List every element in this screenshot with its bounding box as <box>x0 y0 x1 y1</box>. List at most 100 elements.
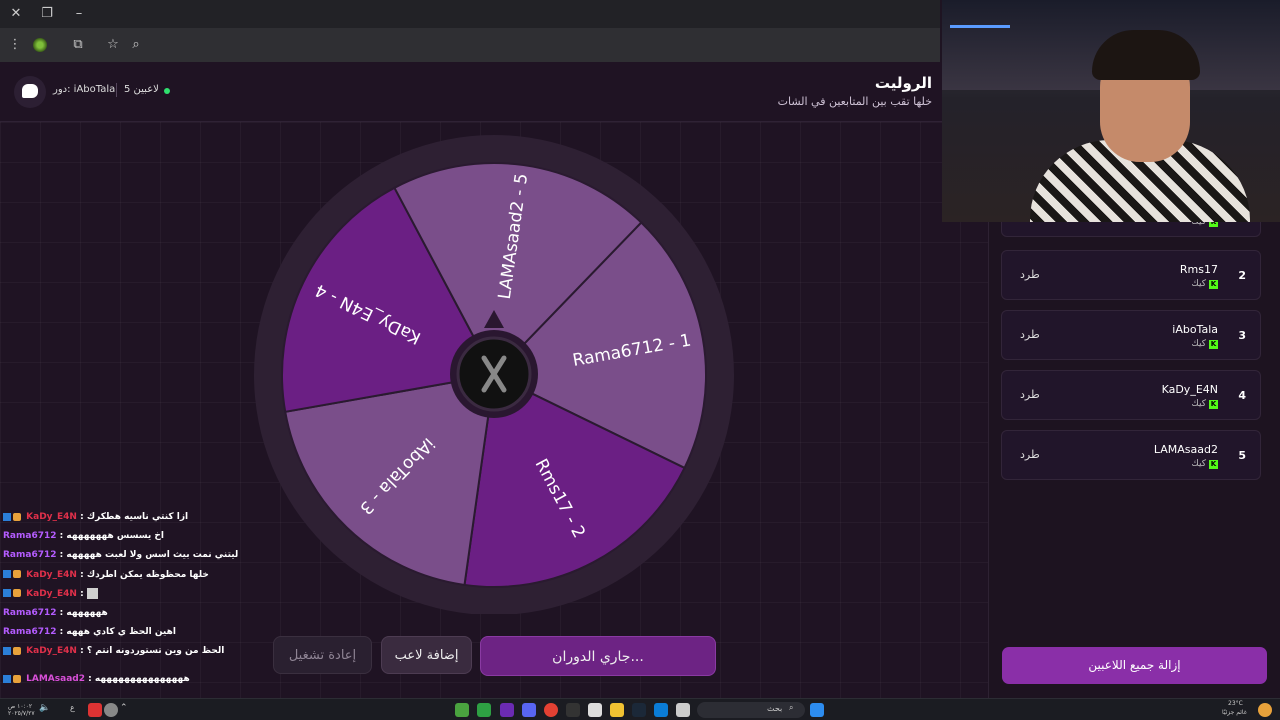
chat-text: : ليتني نمت بيث اسس ولا لعبت هههههه <box>59 550 239 561</box>
chat-message: Rama6712 : اخ يسسس هههههههه <box>3 527 243 546</box>
badge-icon <box>3 646 11 655</box>
folder-icon[interactable] <box>610 703 624 717</box>
kick-player-button[interactable]: طرد <box>1020 448 1040 461</box>
divider <box>116 83 117 97</box>
add-player-button[interactable]: إضافة لاعب <box>381 636 472 674</box>
date-text: ٢٠٢٥/٧/٢٧ <box>8 710 35 717</box>
weather-text: غائم جزئيًا <box>1222 709 1247 716</box>
speaker-icon[interactable]: 🔈 <box>39 703 53 717</box>
time-text: ١٠:٠٢ ص <box>8 703 33 710</box>
platform-label: Kكيك <box>1191 459 1218 469</box>
clock[interactable]: ١٠:٠٢ ص ٢٠٢٥/٧/٢٧ <box>8 703 38 717</box>
chat-text: : ههههههه <box>59 607 108 618</box>
steam-icon[interactable] <box>632 703 646 717</box>
online-dot-icon <box>164 88 170 94</box>
obs-icon[interactable] <box>566 703 580 717</box>
language-icon[interactable]: ع <box>70 703 84 717</box>
chat-text: : اهين الحظ ي كادي هههه <box>59 627 176 638</box>
player-row: 3 iAboTala Kكيك طرد <box>1001 310 1261 360</box>
chat-username: KaDy_E4N <box>26 569 77 580</box>
restart-button[interactable]: إعادة تشغيل <box>273 636 372 674</box>
chat-text: : <box>80 588 84 599</box>
crown-badge-icon <box>13 512 21 521</box>
chat-username: Rama6712 <box>3 627 57 638</box>
kick-player-button[interactable]: طرد <box>1020 328 1040 341</box>
led-lights <box>950 8 1010 28</box>
spin-button[interactable]: جاري الدوران... <box>480 636 716 676</box>
edge-icon[interactable] <box>654 703 668 717</box>
player-row: 5 LAMAsaad2 Kكيك طرد <box>1001 430 1261 480</box>
app-icon[interactable] <box>676 703 690 717</box>
app-icon[interactable] <box>500 703 514 717</box>
search-placeholder: بحث <box>767 704 783 713</box>
chat-message: Rama6712 : اهين الحظ ي كادي هههه <box>3 623 243 642</box>
platform-label: Kكيك <box>1191 279 1218 289</box>
zoom-icon[interactable]: ⌕ <box>126 35 146 55</box>
platform-label: Kكيك <box>1191 399 1218 409</box>
turn-label: دور: iAboTala <box>53 84 116 95</box>
player-number: 4 <box>1238 389 1246 402</box>
close-icon[interactable]: ✕ <box>6 4 26 24</box>
minimize-icon[interactable]: – <box>69 4 89 24</box>
chat-text: : هههههههههههههههه <box>88 674 190 685</box>
player-name: KaDy_E4N <box>1161 383 1218 396</box>
chat-bubble-icon <box>22 84 38 98</box>
taskbar: ١٠:٠٢ ص ٢٠٢٥/٧/٢٧ 🔈 ع ⌃ بحث ⌕ 23°C غائم ج… <box>0 698 1280 720</box>
page-header: الروليت خلها تقب بين المتابعين في الشات … <box>0 62 945 122</box>
badge-icon <box>3 674 11 683</box>
toolbar: ⋮ ⧉ ☆ ⌕ <box>0 28 940 62</box>
badge-icon <box>3 512 11 521</box>
extensions-puzzle-icon[interactable]: ⧉ <box>68 35 88 55</box>
xbox-icon[interactable] <box>477 703 491 717</box>
app-icon[interactable] <box>588 703 602 717</box>
search-icon: ⌕ <box>789 703 794 712</box>
platform-label: Kكيك <box>1191 339 1218 349</box>
kick-icon: K <box>1209 280 1218 289</box>
page-title: الروليت <box>874 74 932 92</box>
chat-username: Rama6712 <box>3 607 57 618</box>
chat-text: : ازا كنتي ناسيه هطكرك <box>80 512 189 522</box>
crown-badge-icon <box>13 674 21 683</box>
chat-message: KaDy_E4N : خلها محظوظه يمكن اطردك <box>3 566 243 585</box>
extension-icon[interactable] <box>33 38 47 52</box>
remove-all-players-button[interactable]: إزالة جميع اللاعبين <box>1002 647 1267 684</box>
chat-text: : خلها محظوظه يمكن اطردك <box>80 569 209 580</box>
chevron-up-icon[interactable]: ⌃ <box>120 703 134 717</box>
player-number: 2 <box>1238 269 1246 282</box>
kick-logo <box>14 76 46 108</box>
chat-username: KaDy_E4N <box>26 646 77 657</box>
chat-message: LAMAsaad2 : هههههههههههههههه <box>3 670 243 689</box>
cloud-icon[interactable] <box>104 703 118 717</box>
menu-icon[interactable]: ⋮ <box>5 35 25 55</box>
title-bar: ✕ ❐ – <box>0 0 940 28</box>
discord-icon[interactable] <box>522 703 536 717</box>
kick-icon: K <box>1209 400 1218 409</box>
badge-icon <box>3 589 11 598</box>
kick-icon: K <box>1209 340 1218 349</box>
taskbar-search[interactable]: بحث ⌕ <box>697 702 805 718</box>
chat-message: Rama6712 : ليتني نمت بيث اسس ولا لعبت هه… <box>3 546 243 565</box>
chat-username: KaDy_E4N <box>26 512 77 522</box>
kick-player-button[interactable]: طرد <box>1020 268 1040 281</box>
chat-username: Rama6712 <box>3 550 57 561</box>
wheel-graphic: Rama6712 - 1Rms17 - 2iAboTala - 3KaDy_E4… <box>254 135 734 614</box>
crown-badge-icon <box>13 589 21 598</box>
browser-chrome: ✕ ❐ – ⋮ ⧉ ☆ ⌕ <box>0 0 940 62</box>
weather-icon[interactable] <box>1258 703 1272 717</box>
windows-start-icon[interactable] <box>810 703 824 717</box>
mic-icon[interactable] <box>88 703 102 717</box>
restore-icon[interactable]: ❐ <box>37 4 57 24</box>
roulette-wheel[interactable]: Rama6712 - 1 Rms17 - 2 iAboTala - 3 KaDy_E4… <box>252 130 736 614</box>
player-number: 3 <box>1238 329 1246 342</box>
bookmark-star-icon[interactable]: ☆ <box>103 35 123 55</box>
player-number: 5 <box>1238 449 1246 462</box>
kick-player-button[interactable]: طرد <box>1020 388 1040 401</box>
crown-badge-icon <box>13 570 21 579</box>
player-name: Rms17 <box>1179 263 1218 276</box>
chat-message: Rama6712 : ههههههه <box>3 604 243 623</box>
page-subtitle: خلها تقب بين المتابعين في الشات <box>777 95 932 108</box>
chat-overlay: KaDy_E4N : ازا كنتي ناسيه هطكرك Rama6712… <box>3 508 243 690</box>
chat-message: KaDy_E4N : ازا كنتي ناسيه هطكرك <box>3 508 243 527</box>
chrome-icon[interactable] <box>544 703 558 717</box>
app-icon[interactable] <box>455 703 469 717</box>
